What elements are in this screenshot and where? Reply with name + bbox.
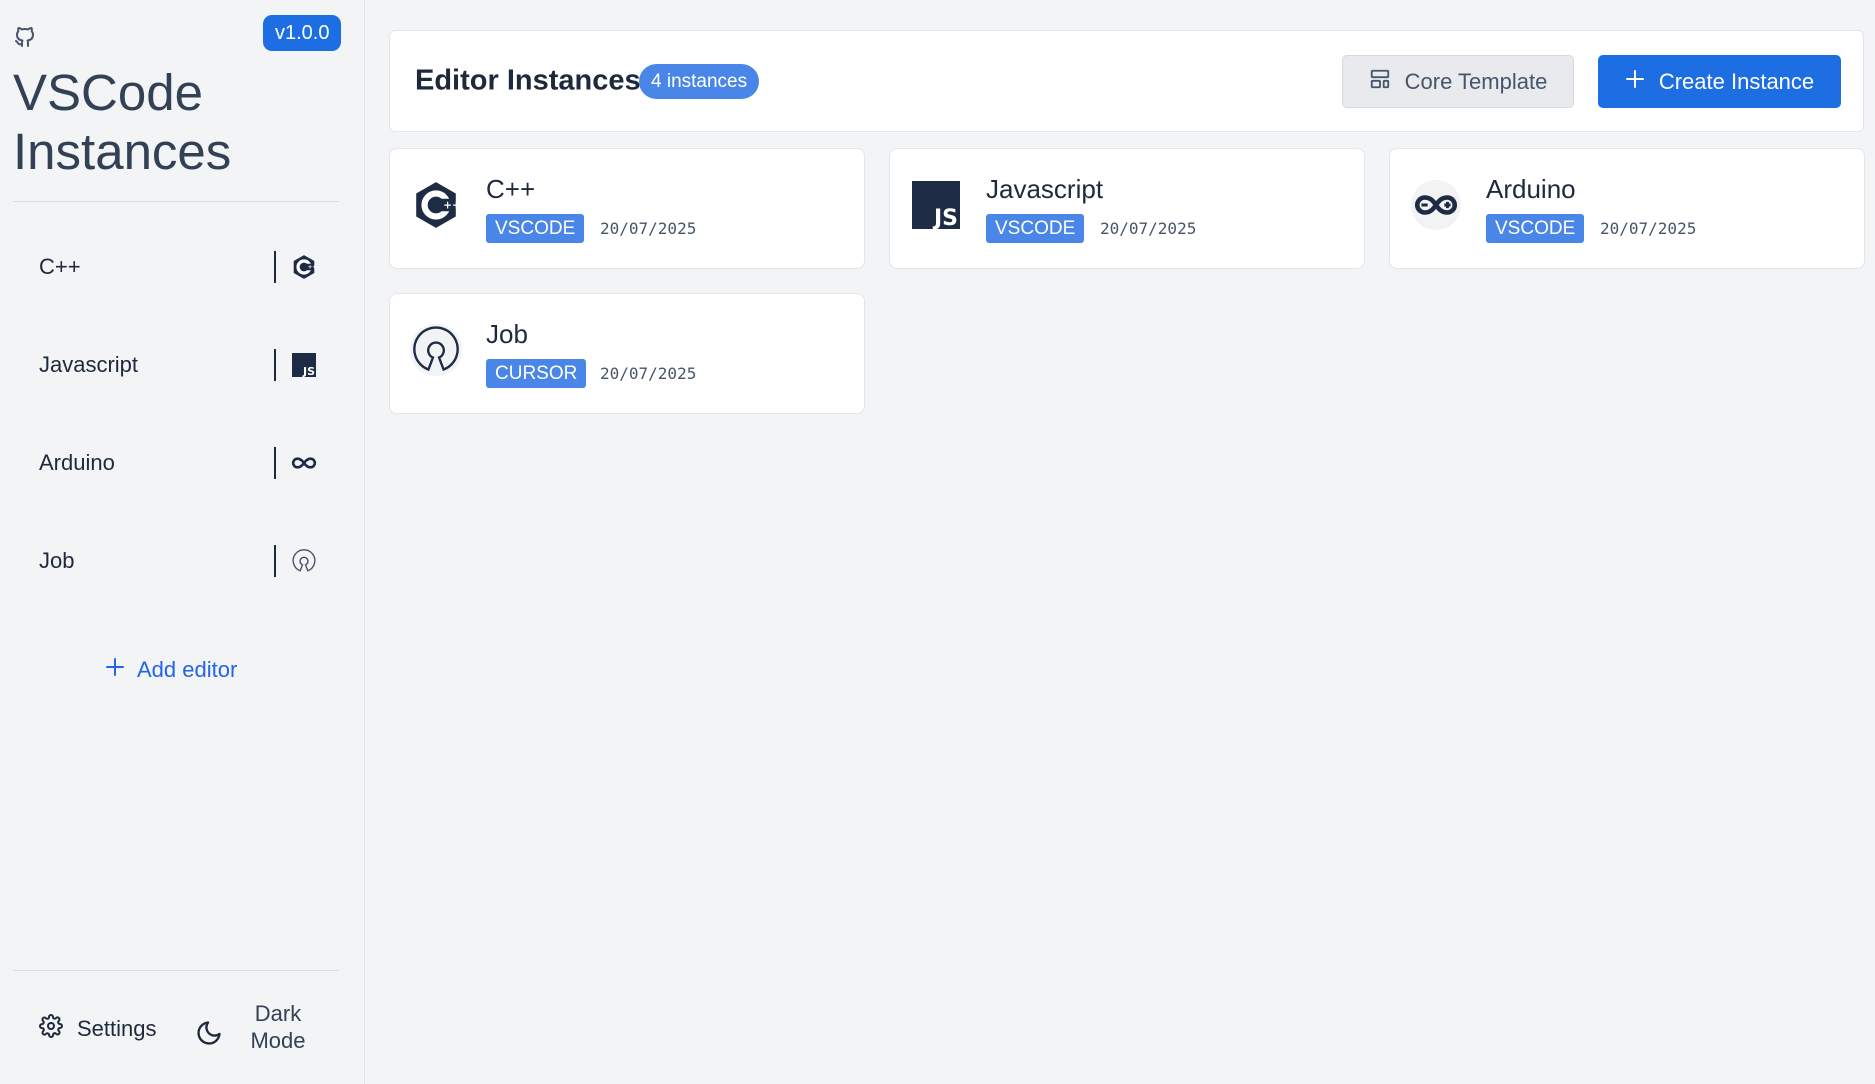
sidebar-footer: Settings Dark Mode (13, 1000, 340, 1070)
sidebar-item-separator (274, 251, 276, 283)
plus-icon (105, 657, 125, 683)
svg-text:JS: JS (932, 206, 958, 229)
instance-card-job[interactable]: Job CURSOR 20/07/2025 (389, 293, 865, 414)
sidebar-item-label: Job (39, 548, 75, 573)
editor-type-badge: VSCODE (986, 214, 1085, 243)
sidebar-item-separator (274, 447, 276, 479)
instances-header: Editor Instances 4 instances Core Templa… (389, 30, 1864, 132)
instance-card-cpp[interactable]: ++ C++ VSCODE 20/07/2025 (389, 148, 865, 269)
sidebar-item-separator (274, 545, 276, 577)
plus-icon (1625, 69, 1645, 95)
core-template-label: Core Template (1404, 68, 1548, 94)
editor-type-badge: VSCODE (1486, 214, 1585, 243)
template-icon (1369, 68, 1391, 96)
sidebar-item-arduino[interactable]: Arduino (13, 423, 340, 503)
github-icon[interactable] (13, 25, 37, 49)
gear-icon (39, 1014, 63, 1044)
sidebar-item-label: C++ (39, 254, 81, 279)
arduino-icon (1410, 179, 1462, 231)
js-icon: JS (910, 179, 962, 231)
svg-text:++: ++ (308, 265, 317, 271)
instance-name: Arduino (1486, 174, 1576, 204)
add-editor-button[interactable]: Add editor (105, 652, 237, 688)
opensource-icon (410, 324, 462, 376)
create-instance-button[interactable]: Create Instance (1598, 55, 1841, 108)
sidebar-item-job[interactable]: Job (13, 521, 340, 601)
instance-date: 20/07/2025 (1600, 219, 1697, 238)
editor-type-badge: CURSOR (486, 359, 587, 388)
instance-card-arduino[interactable]: Arduino VSCODE 20/07/2025 (1389, 148, 1865, 269)
instance-name: Job (486, 319, 528, 349)
sidebar-item-cpp[interactable]: C++ ++ (13, 227, 340, 307)
page-title: Editor Instances (415, 64, 641, 97)
instance-name: Javascript (986, 174, 1104, 204)
sidebar-item-javascript[interactable]: Javascript JS (13, 325, 340, 405)
editor-type-badge: VSCODE (486, 214, 585, 243)
sidebar-item-label: Javascript (39, 352, 139, 377)
instance-date: 20/07/2025 (600, 364, 697, 383)
svg-text:++: ++ (443, 199, 460, 211)
sidebar: v1.0.0 VSCode Instances C++ ++ Javascrip… (0, 0, 365, 1084)
settings-label: Settings (77, 1016, 157, 1041)
core-template-button[interactable]: Core Template (1342, 55, 1574, 108)
js-icon: JS (290, 351, 318, 379)
cpp-icon: ++ (410, 179, 462, 231)
instance-card-javascript[interactable]: JS Javascript VSCODE 20/07/2025 (889, 148, 1365, 269)
svg-text:JS: JS (302, 365, 315, 377)
sidebar-divider (13, 201, 339, 202)
opensource-icon (290, 547, 318, 575)
instance-date: 20/07/2025 (1100, 219, 1197, 238)
sidebar-item-separator (274, 349, 276, 381)
sidebar-footer-divider (13, 970, 339, 971)
arduino-icon (290, 449, 318, 477)
cpp-icon: ++ (290, 253, 318, 281)
instance-name: C++ (486, 174, 536, 204)
version-badge: v1.0.0 (263, 15, 342, 51)
moon-icon[interactable] (195, 1019, 223, 1047)
instance-count-badge: 4 instances (639, 64, 760, 99)
settings-button[interactable]: Settings (39, 1014, 157, 1044)
instance-date: 20/07/2025 (600, 219, 697, 238)
dark-mode-toggle[interactable]: Dark Mode (243, 1000, 313, 1054)
add-editor-label: Add editor (137, 657, 238, 682)
app-title: VSCode Instances (13, 64, 232, 180)
sidebar-item-label: Arduino (39, 450, 115, 475)
create-instance-label: Create Instance (1658, 68, 1815, 94)
